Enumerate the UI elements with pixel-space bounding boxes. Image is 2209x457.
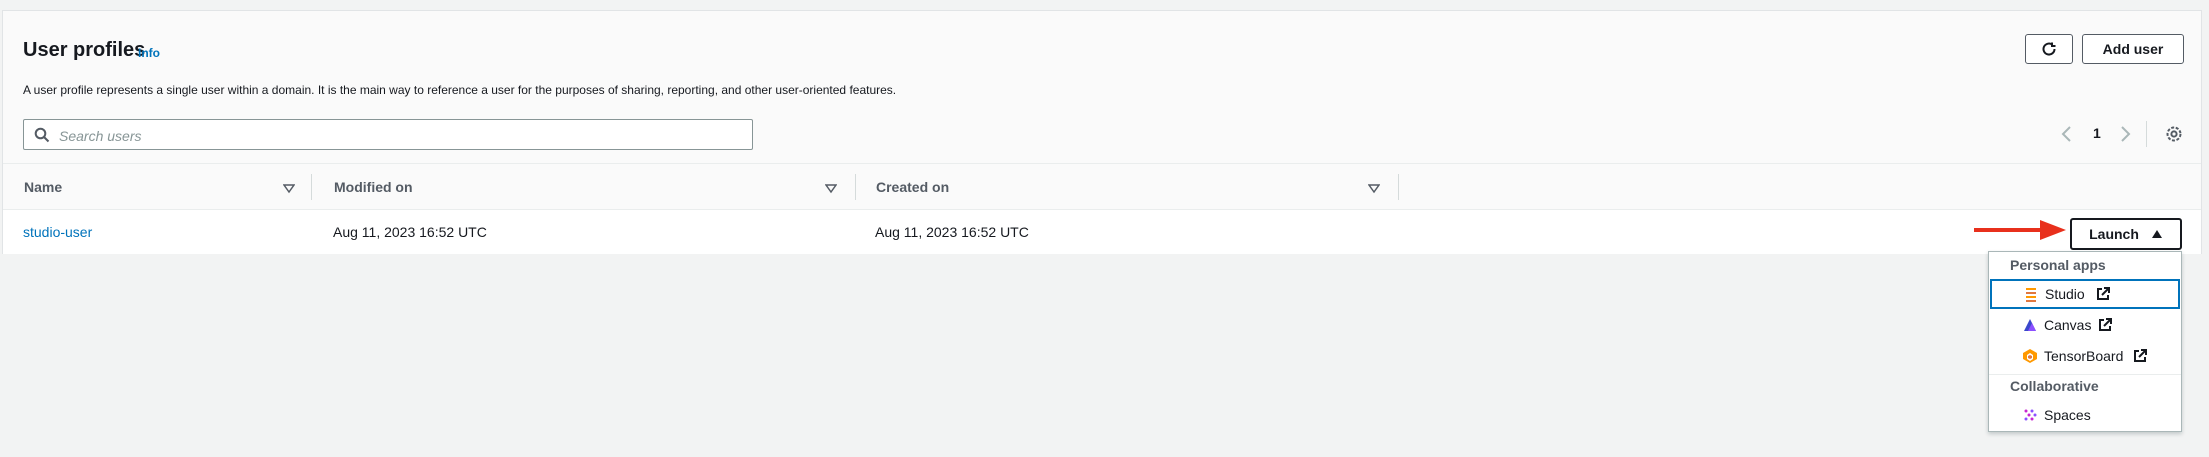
sort-icon[interactable] [1368,182,1380,194]
modified-on-cell: Aug 11, 2023 16:52 UTC [333,224,487,240]
launch-label: Launch [2089,226,2139,242]
red-arrow-annotation [1974,220,2066,240]
created-on-cell: Aug 11, 2023 16:52 UTC [875,224,1029,240]
spaces-icon [2024,409,2037,421]
table-row: studio-user Aug 11, 2023 16:52 UTC Aug 1… [3,210,2201,254]
menu-group-collaborative: Collaborative [2010,378,2099,394]
external-link-icon [2099,318,2112,331]
column-header-modified-on[interactable]: Modified on [334,179,413,195]
refresh-button[interactable] [2025,34,2073,64]
column-divider[interactable] [1398,174,1399,200]
menu-item-label: TensorBoard [2044,348,2124,364]
page-number[interactable]: 1 [2093,125,2101,141]
next-page-icon[interactable] [2117,124,2133,144]
search-input[interactable] [57,124,741,148]
menu-item-spaces[interactable]: Spaces [1989,400,2181,430]
previous-page-icon[interactable] [2059,124,2075,144]
search-box [23,119,753,150]
refresh-icon [2042,42,2056,56]
menu-group-personal-apps: Personal apps [2010,257,2106,273]
studio-icon [2026,288,2036,302]
launch-dropdown-menu: Personal apps Studio Canvas TensorBoard … [1988,251,2182,432]
menu-item-tensorboard[interactable]: TensorBoard [1989,341,2181,371]
search-icon [34,127,50,143]
column-divider[interactable] [855,174,856,200]
menu-item-label: Studio [2045,286,2085,302]
caret-up-icon [2151,230,2162,238]
page-title: User profiles [23,39,146,61]
sort-icon[interactable] [825,182,837,194]
tensorboard-icon [2023,349,2037,363]
external-link-icon [2134,349,2147,362]
user-profiles-panel: User profiles Info A user profile repres… [2,10,2202,254]
external-link-icon [2097,287,2110,300]
menu-item-studio[interactable]: Studio [1990,279,2180,309]
user-name-link[interactable]: studio-user [23,224,92,240]
column-divider[interactable] [311,174,312,200]
info-link[interactable]: Info [138,46,160,60]
page-description: A user profile represents a single user … [23,83,897,97]
column-header-created-on[interactable]: Created on [876,179,949,195]
launch-button[interactable]: Launch [2070,218,2182,250]
menu-divider [1989,374,2181,375]
settings-gear-icon[interactable] [2164,124,2184,144]
pagination-divider [2146,121,2147,147]
sort-icon[interactable] [283,182,295,194]
add-user-button[interactable]: Add user [2082,34,2184,64]
canvas-icon [2024,319,2036,331]
table-header: Name Modified on Created on [3,163,2201,210]
menu-item-label: Spaces [2044,407,2091,423]
column-header-name[interactable]: Name [24,179,62,195]
menu-item-canvas[interactable]: Canvas [1989,310,2181,340]
menu-item-label: Canvas [2044,317,2092,333]
